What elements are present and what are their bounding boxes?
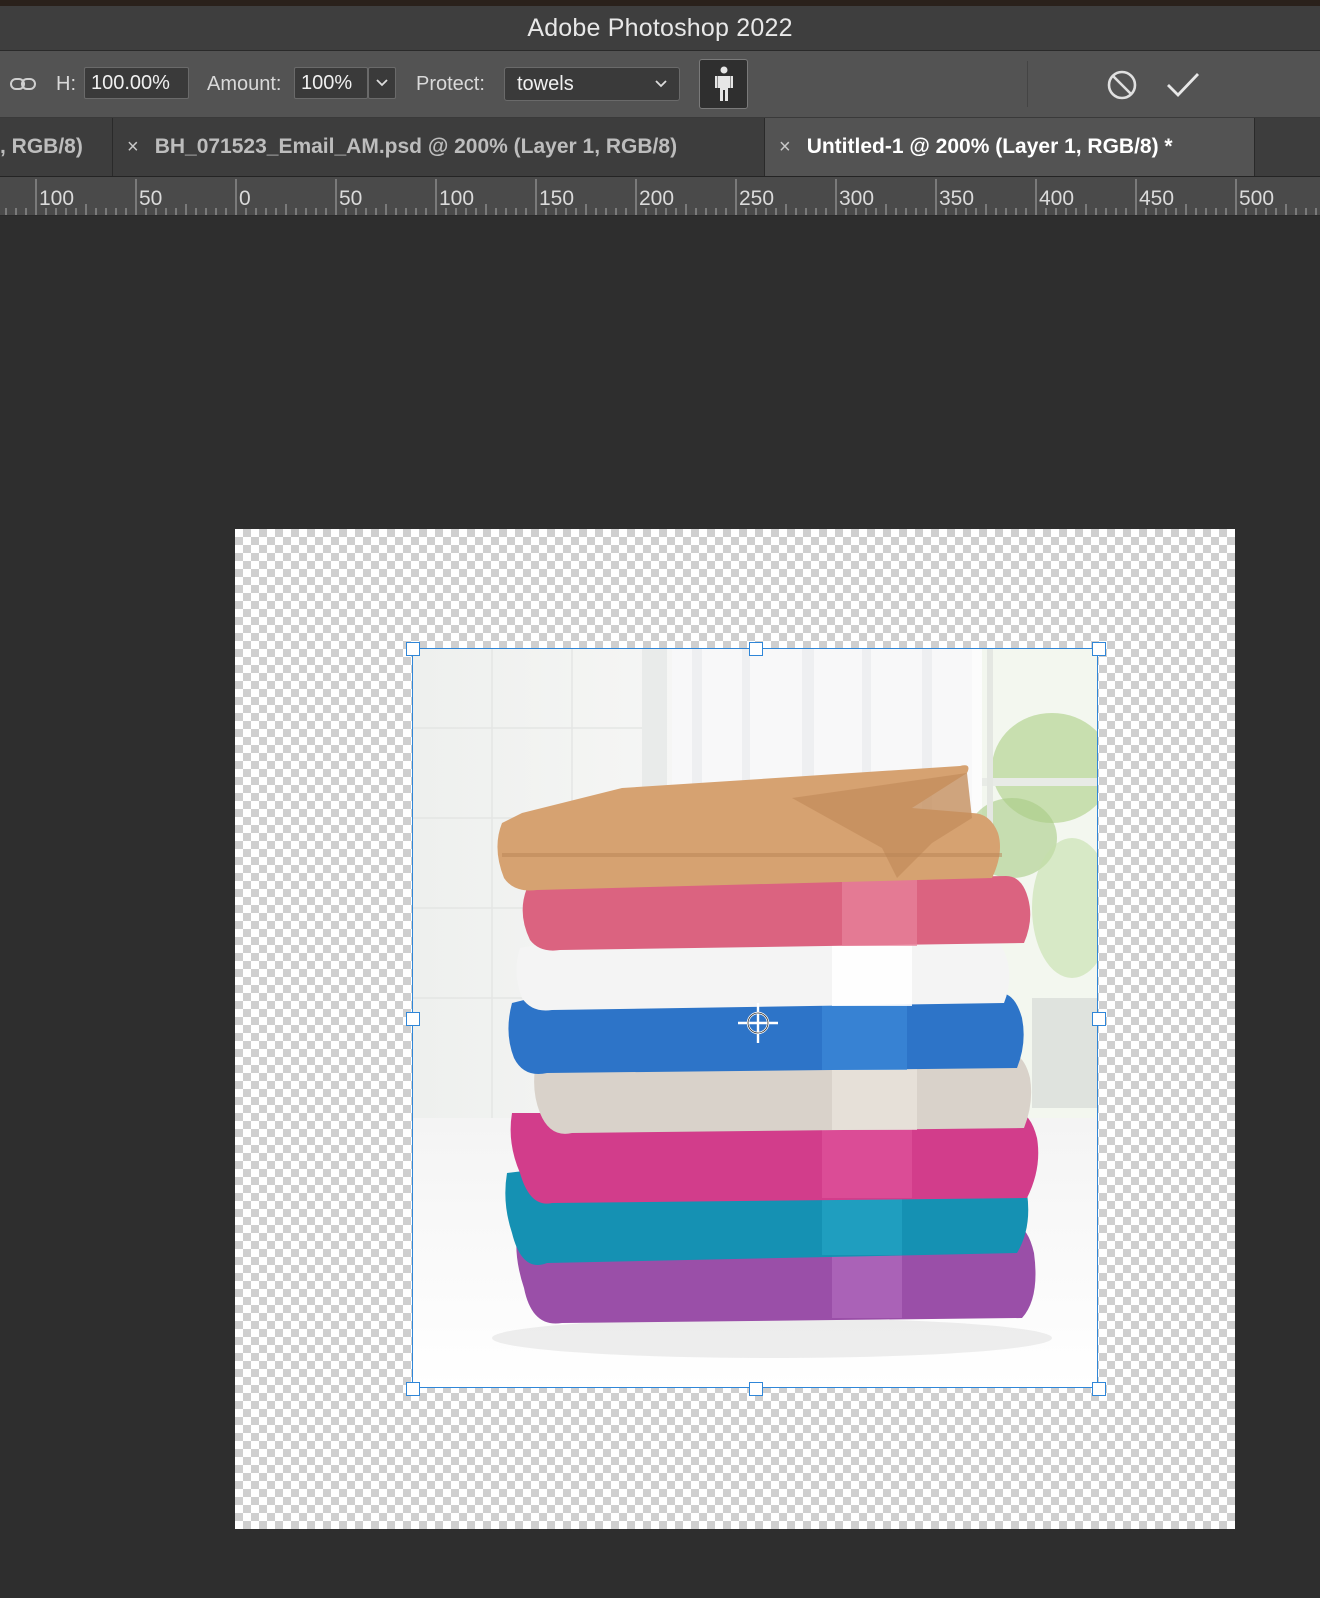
transform-handle-left[interactable] — [406, 1012, 420, 1026]
ruler-ticks: 100 50 0 50 100 150 200 250 300 350 400 450 500 — [5, 179, 1317, 215]
free-transform-bounding-box[interactable] — [406, 642, 1106, 1396]
chevron-down-icon — [376, 79, 388, 87]
title-bar: Adobe Photoshop 2022 — [0, 6, 1320, 51]
document-tabs: , RGB/8) × BH_071523_Email_AM.psd @ 200%… — [0, 118, 1320, 177]
ruler-label: 0 — [239, 187, 251, 210]
tab-label: Untitled-1 @ 200% (Layer 1, RGB/8) * — [806, 135, 1173, 158]
options-bar: H: 100.00% Amount: 100% Protect: towels — [0, 51, 1320, 118]
link-icon[interactable] — [10, 51, 36, 117]
window-title: Adobe Photoshop 2022 — [527, 13, 793, 42]
ruler-label: 50 — [339, 187, 362, 210]
close-icon[interactable]: × — [127, 136, 139, 159]
amount-label: Amount: — [207, 72, 282, 95]
cancel-transform-button[interactable] — [1104, 67, 1140, 103]
tab-label: , RGB/8) — [0, 135, 83, 158]
transform-handle-bottom-right[interactable] — [1092, 1382, 1106, 1396]
ruler-label: 450 — [1139, 187, 1174, 210]
horizontal-ruler[interactable]: 100 50 0 50 100 150 200 250 300 350 400 450 500 — [0, 177, 1320, 216]
ruler-label: 250 — [739, 187, 774, 210]
close-icon[interactable]: × — [779, 136, 791, 159]
transform-handle-right[interactable] — [1092, 1012, 1106, 1026]
height-input[interactable]: 100.00% — [84, 67, 189, 99]
ruler-label: 100 — [39, 187, 74, 210]
ruler-label: 50 — [139, 187, 162, 210]
ruler-label: 200 — [639, 187, 674, 210]
reference-point-icon[interactable] — [736, 1001, 780, 1045]
chevron-down-icon — [655, 80, 667, 88]
ruler-label: 400 — [1039, 187, 1074, 210]
transform-handle-top-right[interactable] — [1092, 642, 1106, 656]
transform-handle-top[interactable] — [749, 642, 763, 656]
cancel-icon — [1107, 70, 1137, 100]
ruler-label: 100 — [439, 187, 474, 210]
height-label: H: — [56, 72, 76, 95]
tab-untitled-document[interactable]: × Untitled-1 @ 200% (Layer 1, RGB/8) * — [765, 118, 1255, 176]
protect-select-value: towels — [517, 72, 574, 95]
commit-transform-button[interactable] — [1165, 67, 1201, 103]
protect-select[interactable]: towels — [504, 67, 680, 101]
ruler-label: 350 — [939, 187, 974, 210]
transform-handle-bottom-left[interactable] — [406, 1382, 420, 1396]
transform-handle-top-left[interactable] — [406, 642, 420, 656]
tab-label: BH_071523_Email_AM.psd @ 200% (Layer 1, … — [154, 135, 678, 158]
tab-bh-email-document[interactable]: × BH_071523_Email_AM.psd @ 200% (Layer 1… — [113, 118, 765, 176]
ruler-label: 300 — [839, 187, 874, 210]
protect-skin-tones-button[interactable] — [699, 59, 748, 109]
transform-handle-bottom[interactable] — [749, 1382, 763, 1396]
amount-dropdown-button[interactable] — [368, 67, 396, 99]
tab-previous-document[interactable]: , RGB/8) — [0, 118, 113, 176]
options-divider — [1027, 61, 1028, 107]
checkmark-icon — [1167, 73, 1200, 98]
protect-label: Protect: — [416, 72, 485, 95]
person-icon — [714, 66, 733, 101]
ruler-label: 500 — [1239, 187, 1274, 210]
ruler-label: 150 — [539, 187, 574, 210]
amount-input[interactable]: 100% — [294, 67, 368, 99]
